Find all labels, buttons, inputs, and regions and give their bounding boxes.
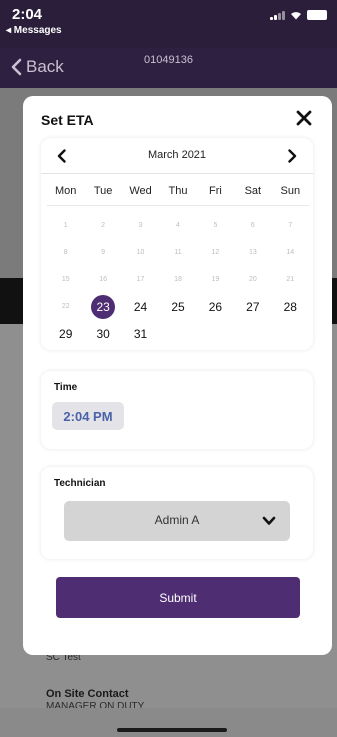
chevron-down-icon: [262, 516, 276, 525]
calendar-day: 18: [159, 266, 196, 293]
calendar-day: 10: [122, 239, 159, 266]
weekday-label: Wed: [129, 185, 152, 197]
calendar-day[interactable]: 31: [122, 320, 159, 347]
calendar: March 2021 Mon Tue Wed Thu Fri Sat Sun 1…: [41, 138, 313, 350]
calendar-day-label: 15: [61, 276, 70, 283]
calendar-day-label: 25: [171, 299, 185, 314]
set-eta-modal: Set ETA March 2021 Mon Tue Wed Thu Fri S…: [23, 96, 332, 655]
calendar-day-label: 31: [133, 326, 148, 341]
calendar-day: 12: [197, 239, 234, 266]
calendar-day: 16: [84, 266, 121, 293]
status-bar: 2:04 ◂ Messages: [0, 0, 337, 48]
calendar-day-label: 23: [91, 294, 116, 319]
calendar-day: 4: [159, 212, 196, 239]
time-label: Time: [54, 382, 78, 393]
calendar-day: 20: [234, 266, 271, 293]
calendar-day[interactable]: 28: [272, 293, 309, 320]
battery-icon: [307, 10, 327, 20]
calendar-day-label: 4: [176, 222, 180, 229]
calendar-day-label: 3: [138, 222, 143, 229]
calendar-day[interactable]: 30: [84, 320, 121, 347]
nav-title: 01049136: [144, 54, 193, 66]
calendar-day-label: 20: [248, 276, 257, 283]
calendar-day: 6: [234, 212, 271, 239]
calendar-day-label: 17: [136, 276, 145, 283]
weekday-label: Sat: [244, 185, 262, 197]
weekday-label: Thu: [168, 185, 188, 197]
calendar-day-label: 2: [101, 222, 106, 229]
calendar-day[interactable]: 29: [47, 320, 84, 347]
calendar-day: 19: [197, 266, 234, 293]
chevron-right-icon[interactable]: [285, 149, 299, 163]
weekday-label: Fri: [209, 185, 222, 197]
calendar-day-label: 10: [136, 249, 145, 256]
calendar-day-label: 19: [211, 276, 220, 283]
calendar-day-label: 5: [213, 222, 218, 229]
calendar-day: 13: [234, 239, 271, 266]
calendar-month-label: March 2021: [147, 149, 207, 161]
calendar-day-label: 21: [286, 276, 295, 283]
status-time: 2:04: [12, 6, 43, 23]
calendar-day[interactable]: 24: [122, 293, 159, 320]
time-section: Time 2:04 PM: [41, 371, 313, 449]
calendar-day-label: 22: [61, 303, 70, 310]
calendar-day[interactable]: 25: [159, 293, 196, 320]
calendar-day: 8: [47, 239, 84, 266]
calendar-day-grid: 1 2 3 4 5 6 7 8 9 10 11 12 13 14 15 16 17 18 19 20 21 22 23 24 2…: [47, 212, 309, 347]
calendar-day-selected[interactable]: 23: [84, 293, 121, 320]
calendar-day-label: 6: [250, 222, 255, 229]
cellular-signal-icon: [270, 10, 285, 20]
modal-title: Set ETA: [41, 112, 94, 128]
calendar-day-label: 14: [286, 249, 295, 256]
calendar-day: 2: [84, 212, 121, 239]
status-icons: [270, 10, 327, 20]
calendar-day: 15: [47, 266, 84, 293]
weekday-row: Mon Tue Wed Thu Fri Sat Sun: [47, 185, 309, 206]
time-picker[interactable]: 2:04 PM: [52, 402, 124, 430]
calendar-day: 14: [272, 239, 309, 266]
home-indicator[interactable]: [117, 728, 227, 732]
calendar-day-label: 27: [246, 299, 260, 314]
calendar-day: 1: [47, 212, 84, 239]
technician-section: Technician Admin A: [41, 467, 313, 559]
weekday-label: Sun: [280, 185, 301, 197]
calendar-day-label: 11: [174, 249, 182, 256]
nav-bar: Back 01049136: [0, 48, 337, 88]
technician-label: Technician: [54, 478, 106, 489]
back-to-app-link[interactable]: ◂ Messages: [6, 25, 62, 36]
weekday-label: Mon: [55, 185, 77, 197]
calendar-day-label: 24: [133, 299, 148, 314]
calendar-day-label: 29: [59, 326, 73, 341]
calendar-day-label: 30: [96, 326, 110, 341]
calendar-day-label: 12: [211, 249, 220, 256]
calendar-day: 5: [197, 212, 234, 239]
calendar-day: 21: [272, 266, 309, 293]
calendar-day: 3: [122, 212, 159, 239]
calendar-day: 7: [272, 212, 309, 239]
technician-select[interactable]: Admin A: [64, 501, 290, 541]
calendar-day: 9: [84, 239, 121, 266]
calendar-day-label: 18: [174, 276, 182, 283]
calendar-day-label: 16: [99, 276, 108, 283]
calendar-day: 17: [122, 266, 159, 293]
calendar-day-label: 7: [288, 222, 293, 229]
calendar-day-label: 9: [101, 249, 106, 256]
technician-selected-value: Admin A: [154, 513, 200, 527]
wifi-icon: [291, 12, 301, 20]
close-icon[interactable]: [293, 107, 315, 129]
calendar-day: 22: [47, 293, 84, 320]
calendar-day-label: 26: [208, 299, 223, 314]
on-site-contact-heading: On Site Contact: [46, 688, 129, 700]
calendar-day[interactable]: 26: [197, 293, 234, 320]
calendar-header: March 2021: [41, 138, 313, 174]
home-bar-area: [0, 708, 337, 737]
calendar-day-label: 1: [63, 222, 68, 229]
weekday-label: Tue: [93, 185, 113, 197]
calendar-day-label: 8: [63, 249, 68, 256]
calendar-day-label: 13: [248, 249, 257, 256]
calendar-day: 11: [159, 239, 196, 266]
calendar-day[interactable]: 27: [234, 293, 271, 320]
calendar-day-label: 28: [283, 299, 297, 314]
submit-button[interactable]: Submit: [56, 577, 300, 618]
